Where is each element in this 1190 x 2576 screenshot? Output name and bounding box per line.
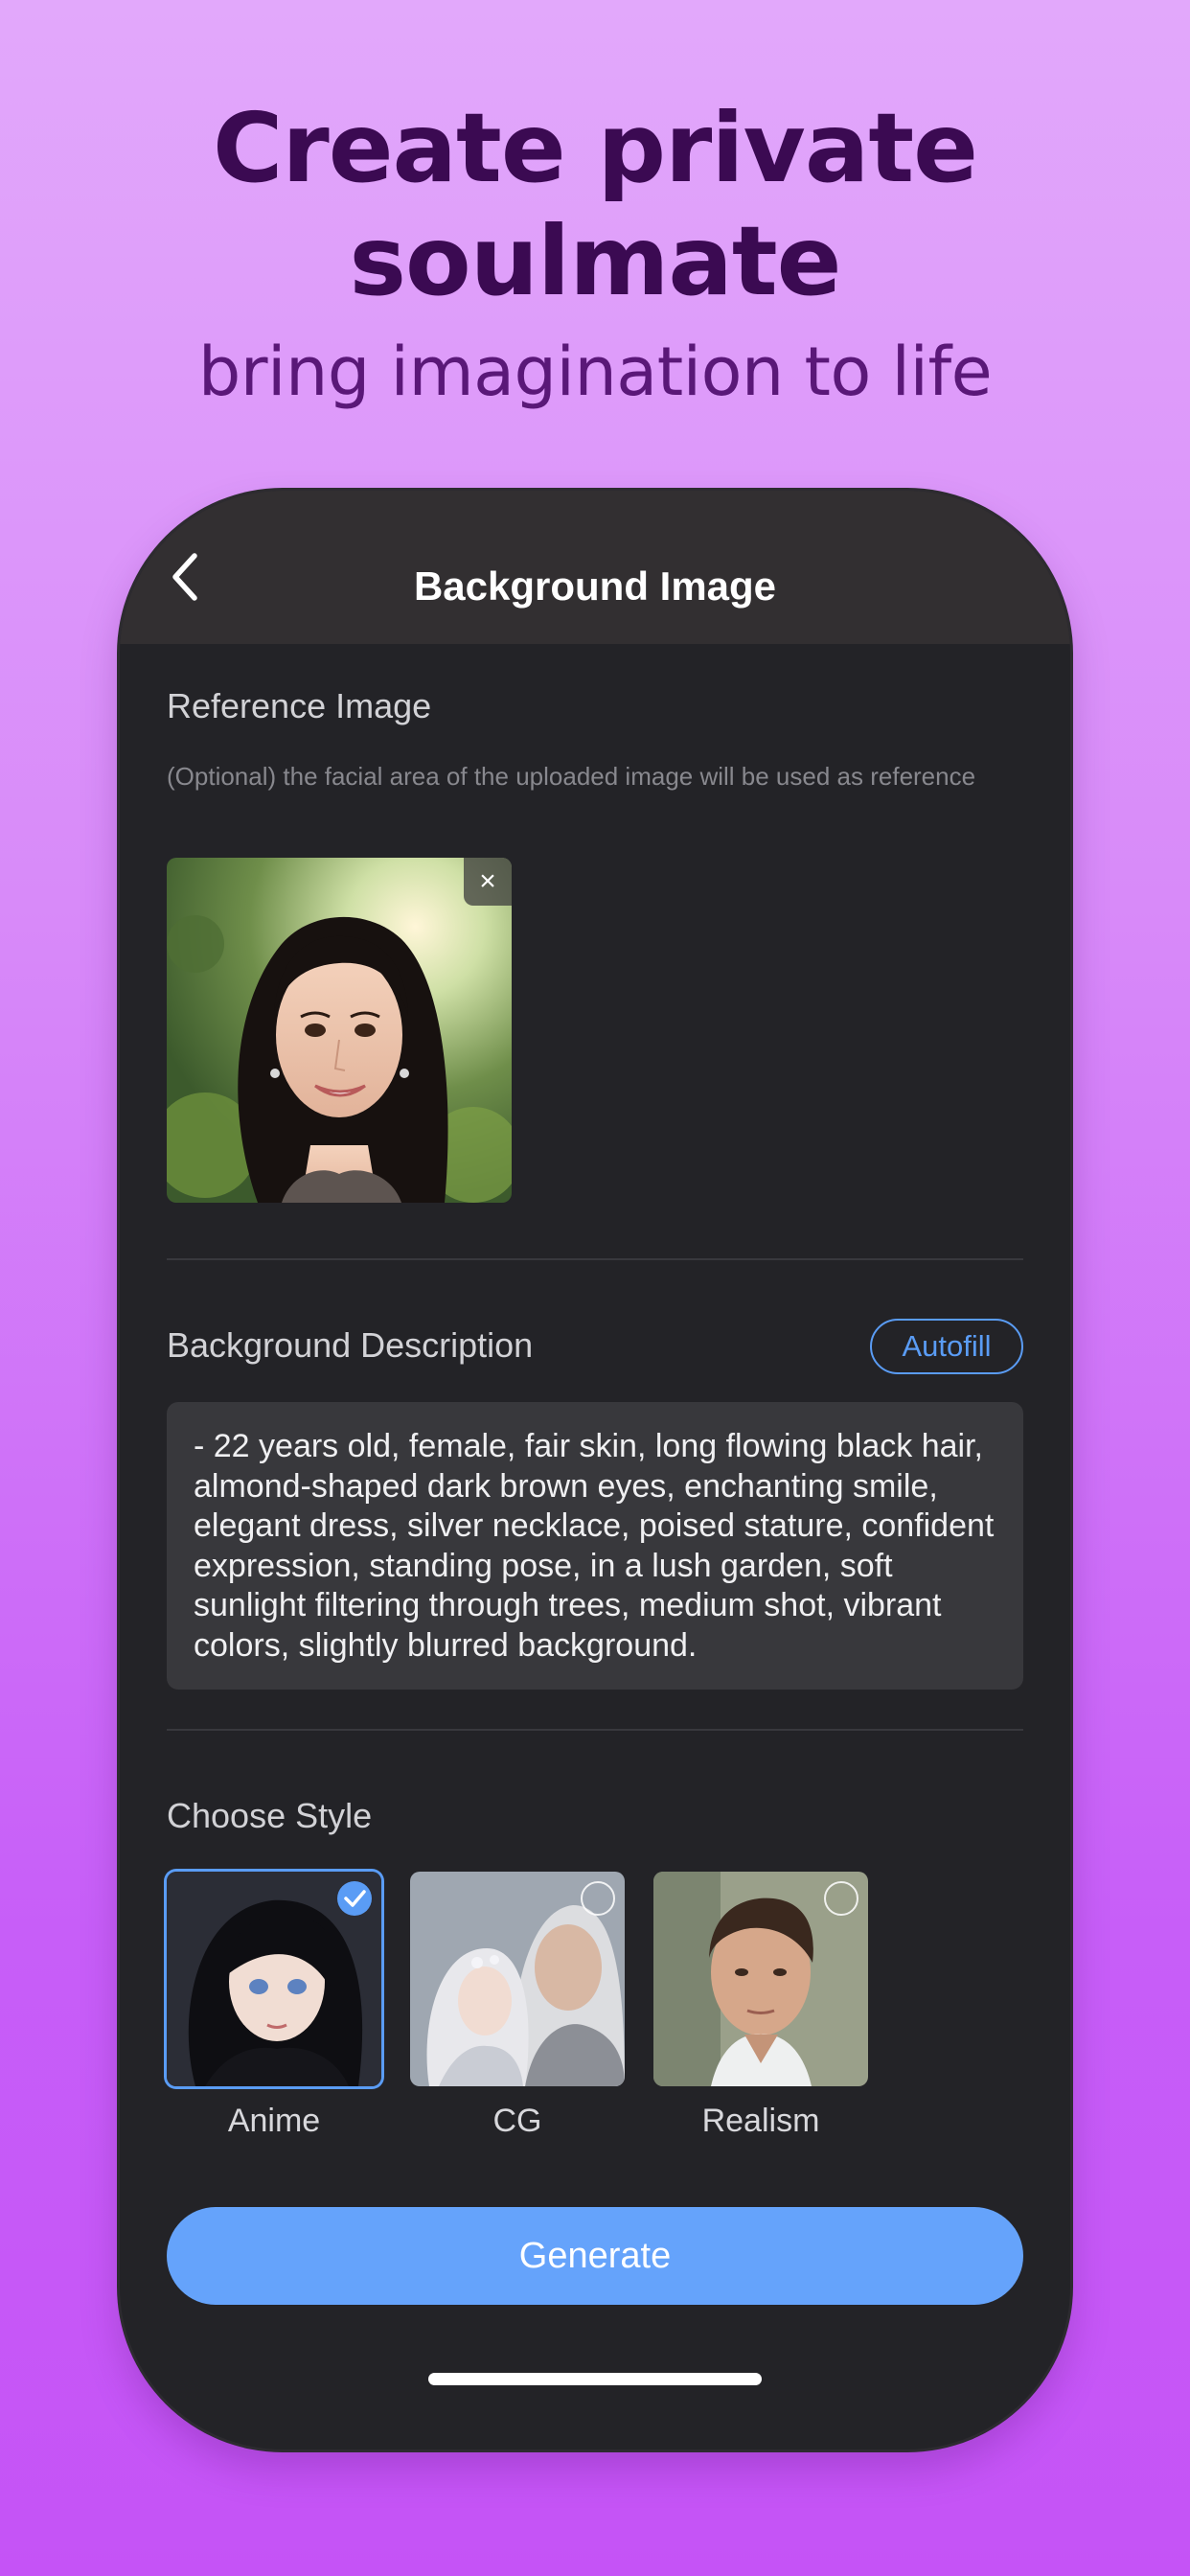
section-divider (167, 1729, 1023, 1731)
background-description-input[interactable]: - 22 years old, female, fair skin, long … (167, 1402, 1023, 1690)
unselected-circle-icon (824, 1881, 858, 1916)
remove-image-button[interactable]: × (464, 858, 512, 906)
phone-screen: Background Image Reference Image (Option… (120, 491, 1070, 2450)
style-label-anime: Anime (227, 2103, 321, 2139)
autofill-button[interactable]: Autofill (870, 1319, 1023, 1374)
style-option-cg[interactable] (410, 1872, 625, 2086)
promo-title-line1: Create private (213, 92, 978, 204)
style-label-cg: CG (492, 2103, 542, 2139)
selected-check-icon (337, 1881, 372, 1916)
choose-style-label: Choose Style (167, 1796, 373, 1835)
page-title: Background Image (413, 564, 777, 609)
home-indicator[interactable] (428, 2373, 762, 2385)
promo-title: Create private soulmate (0, 92, 1190, 318)
style-option-realism[interactable] (653, 1872, 868, 2086)
reference-image-label: Reference Image (167, 686, 432, 725)
reference-image-hint: (Optional) the facial area of the upload… (167, 762, 976, 791)
promo-title-line2: soulmate (349, 205, 842, 317)
reference-portrait-image (167, 858, 512, 1203)
section-divider (167, 1258, 1023, 1260)
style-option-anime[interactable] (167, 1872, 381, 2086)
promo-subtitle: bring imagination to life (197, 333, 993, 411)
reference-image-thumbnail[interactable]: × (167, 858, 512, 1203)
background-description-label: Background Description (167, 1325, 534, 1365)
style-label-realism: Realism (701, 2103, 820, 2139)
background-description-text: - 22 years old, female, fair skin, long … (194, 1428, 995, 1664)
generate-button[interactable]: Generate (167, 2207, 1023, 2305)
navigation-bar: Background Image (120, 491, 1070, 644)
unselected-circle-icon (581, 1881, 615, 1916)
